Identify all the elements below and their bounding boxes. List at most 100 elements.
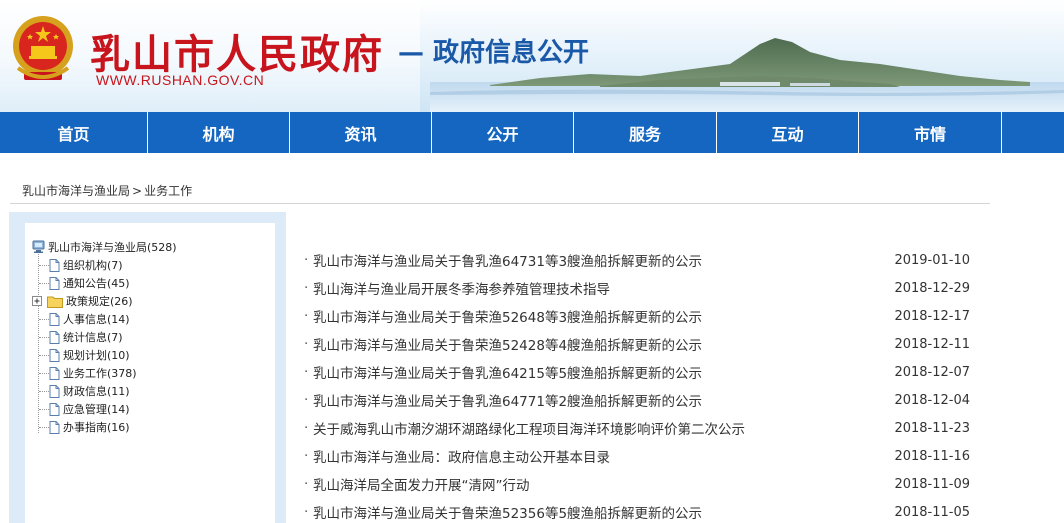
tree-branch-line <box>39 283 49 284</box>
tree-branch-line <box>39 265 49 266</box>
nav-filler <box>1002 112 1064 153</box>
tree-item[interactable]: 通知公告(45) <box>49 274 130 292</box>
list-item: · 乳山市海洋与渔业局关于鲁乳渔64771等2艘渔船拆解更新的公示 2018-1… <box>304 390 984 410</box>
article-date: 2018-12-07 <box>894 364 970 380</box>
list-item: · 关于威海乳山市潮汐湖环湖路绿化工程项目海洋环境影响评价第二次公示 2018-… <box>304 418 984 438</box>
tree-item-folder[interactable]: 政策规定(26) <box>32 292 133 310</box>
document-icon <box>49 330 60 344</box>
list-item: · 乳山市海洋与渔业局关于鲁荣渔52648等3艘渔船拆解更新的公示 2018-1… <box>304 306 984 326</box>
tree-root-label: 乳山市海洋与渔业局(528) <box>48 241 177 254</box>
tree-item[interactable]: 统计信息(7) <box>49 328 123 346</box>
article-title-link[interactable]: 乳山市海洋与渔业局：政府信息主动公开基本目录 <box>313 446 610 466</box>
tree-branch-line <box>39 355 49 356</box>
article-title-link[interactable]: 乳山市海洋与渔业局关于鲁荣渔52648等3艘渔船拆解更新的公示 <box>313 306 702 326</box>
article-title-link[interactable]: 乳山海洋与渔业局开展冬季海参养殖管理技术指导 <box>313 278 610 298</box>
nav-item-home[interactable]: 首页 <box>0 112 148 153</box>
bullet-dot-icon: · <box>304 476 309 492</box>
tree-item[interactable]: 组织机构(7) <box>49 256 123 274</box>
bullet-dot-icon: · <box>304 364 309 380</box>
site-subtitle: — 政府信息公开 <box>398 38 590 68</box>
breadcrumb-separator: > <box>132 184 143 198</box>
tree-branch-line <box>39 427 49 428</box>
article-title-link[interactable]: 乳山市海洋与渔业局关于鲁乳渔64215等5艘渔船拆解更新的公示 <box>313 362 702 382</box>
breadcrumb-home-link[interactable]: 乳山市海洋与渔业局 <box>22 184 130 198</box>
list-item: · 乳山市海洋与渔业局关于鲁乳渔64731等3艘渔船拆解更新的公示 2019-0… <box>304 250 984 270</box>
article-date: 2018-11-16 <box>894 448 970 464</box>
tree-item-label: 通知公告(45) <box>63 277 130 290</box>
tree-branch-line <box>39 373 49 374</box>
breadcrumb-current-link[interactable]: 业务工作 <box>144 184 192 198</box>
tree-item[interactable]: 人事信息(14) <box>49 310 130 328</box>
nav-item-interaction[interactable]: 互动 <box>717 112 859 153</box>
article-title-link[interactable]: 乳山海洋局全面发力开展“清网”行动 <box>313 474 530 494</box>
tree-branch-line <box>39 409 49 410</box>
article-date: 2018-12-29 <box>894 280 970 296</box>
tree-root-node[interactable]: 乳山市海洋与渔业局(528) <box>32 238 177 256</box>
document-icon <box>49 420 60 434</box>
article-date: 2018-11-05 <box>894 504 970 520</box>
tree-branch-line <box>39 337 49 338</box>
nav-item-organization[interactable]: 机构 <box>148 112 290 153</box>
tree-connector-line <box>38 252 39 433</box>
tree-item-label: 政策规定(26) <box>66 295 133 308</box>
article-title-link[interactable]: 乳山市海洋与渔业局关于鲁荣渔52356等5艘渔船拆解更新的公示 <box>313 502 702 522</box>
tree-branch-line <box>39 319 49 320</box>
bullet-dot-icon: · <box>304 336 309 352</box>
article-date: 2018-11-23 <box>894 420 970 436</box>
tree-item-label: 统计信息(7) <box>63 331 123 344</box>
bullet-dot-icon: · <box>304 252 309 268</box>
article-date: 2018-12-04 <box>894 392 970 408</box>
tree-item-label: 应急管理(14) <box>63 403 130 416</box>
tree-item[interactable]: 应急管理(14) <box>49 400 130 418</box>
national-emblem-icon <box>13 16 73 80</box>
list-item: · 乳山海洋局全面发力开展“清网”行动 2018-11-09 <box>304 474 984 494</box>
tree-item[interactable]: 财政信息(11) <box>49 382 130 400</box>
article-date: 2019-01-10 <box>894 252 970 268</box>
site-url: WWW.RUSHAN.GOV.CN <box>96 72 265 88</box>
list-item: · 乳山市海洋与渔业局：政府信息主动公开基本目录 2018-11-16 <box>304 446 984 466</box>
article-title-link[interactable]: 乳山市海洋与渔业局关于鲁荣渔52428等4艘渔船拆解更新的公示 <box>313 334 702 354</box>
article-date: 2018-12-17 <box>894 308 970 324</box>
article-title-link[interactable]: 关于威海乳山市潮汐湖环湖路绿化工程项目海洋环境影响评价第二次公示 <box>313 418 745 438</box>
list-item: · 乳山市海洋与渔业局关于鲁乳渔64215等5艘渔船拆解更新的公示 2018-1… <box>304 362 984 382</box>
document-icon <box>49 312 60 326</box>
document-icon <box>49 402 60 416</box>
breadcrumb: 乳山市海洋与渔业局 > 业务工作 <box>22 182 192 199</box>
article-date: 2018-11-09 <box>894 476 970 492</box>
tree-item[interactable]: 业务工作(378) <box>49 364 137 382</box>
tree-item-label: 业务工作(378) <box>63 367 137 380</box>
breadcrumb-divider <box>10 203 990 204</box>
bullet-dot-icon: · <box>304 280 309 296</box>
tree-item[interactable]: 规划计划(10) <box>49 346 130 364</box>
article-title-link[interactable]: 乳山市海洋与渔业局关于鲁乳渔64731等3艘渔船拆解更新的公示 <box>313 250 702 270</box>
tree-item-label: 办事指南(16) <box>63 421 130 434</box>
tree-branch-line <box>39 391 49 392</box>
tree-item-label: 组织机构(7) <box>63 259 123 272</box>
article-date: 2018-12-11 <box>894 336 970 352</box>
computer-icon <box>32 240 45 253</box>
bullet-dot-icon: · <box>304 392 309 408</box>
bullet-dot-icon: · <box>304 420 309 436</box>
nav-item-city-info[interactable]: 市情 <box>859 112 1002 153</box>
nav-item-services[interactable]: 服务 <box>574 112 717 153</box>
main-nav: 首页 机构 资讯 公开 服务 互动 市情 <box>0 112 1064 153</box>
document-icon <box>49 384 60 398</box>
folder-icon <box>47 296 63 308</box>
document-icon <box>49 276 60 290</box>
document-icon <box>49 366 60 380</box>
list-item: · 乳山市海洋与渔业局关于鲁荣渔52356等5艘渔船拆解更新的公示 2018-1… <box>304 502 984 522</box>
list-item: · 乳山海洋与渔业局开展冬季海参养殖管理技术指导 2018-12-29 <box>304 278 984 298</box>
nav-item-news[interactable]: 资讯 <box>290 112 432 153</box>
list-item: · 乳山市海洋与渔业局关于鲁荣渔52428等4艘渔船拆解更新的公示 2018-1… <box>304 334 984 354</box>
bullet-dot-icon: · <box>304 308 309 324</box>
tree-item[interactable]: 办事指南(16) <box>49 418 130 436</box>
expand-plus-icon[interactable] <box>32 295 43 307</box>
tree-item-label: 财政信息(11) <box>63 385 130 398</box>
header-banner: 乳山市人民政府 — 政府信息公开 WWW.RUSHAN.GOV.CN <box>0 0 1064 112</box>
bullet-dot-icon: · <box>304 504 309 520</box>
nav-item-disclosure[interactable]: 公开 <box>432 112 574 153</box>
document-icon <box>49 258 60 272</box>
document-icon <box>49 348 60 362</box>
article-title-link[interactable]: 乳山市海洋与渔业局关于鲁乳渔64771等2艘渔船拆解更新的公示 <box>313 390 702 410</box>
tree-item-label: 人事信息(14) <box>63 313 130 326</box>
